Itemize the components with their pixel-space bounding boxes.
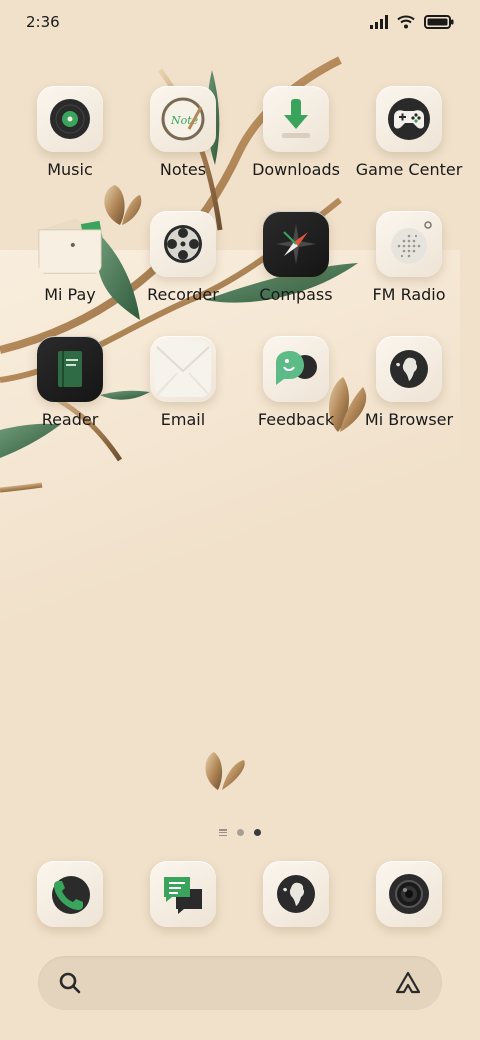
app-fm-radio[interactable]: FM Radio: [349, 211, 469, 304]
search-bar[interactable]: [38, 956, 442, 1010]
status-time: 2:36: [26, 13, 60, 31]
page-dot-2[interactable]: [254, 829, 261, 836]
phone-icon: [37, 861, 103, 927]
messages-icon: [150, 861, 216, 927]
status-icons: [370, 15, 454, 29]
app-feedback[interactable]: Feedback: [236, 336, 356, 429]
search-icon[interactable]: [58, 971, 82, 995]
dock-messages[interactable]: [150, 861, 216, 927]
app-recorder[interactable]: Recorder: [123, 211, 243, 304]
app-notes[interactable]: Note Notes: [123, 86, 243, 179]
radio-icon: [376, 211, 442, 277]
app-label: FM Radio: [372, 285, 446, 304]
camera-icon: [376, 861, 442, 927]
film-reel-icon: [150, 211, 216, 277]
status-bar: 2:36: [0, 0, 480, 44]
page-indicator[interactable]: [0, 829, 480, 836]
app-label: Music: [47, 160, 93, 179]
app-label: Game Center: [355, 160, 463, 179]
dock-phone[interactable]: [37, 861, 103, 927]
app-label: Downloads: [252, 160, 340, 179]
app-music[interactable]: Music: [10, 86, 130, 179]
page-dot-1[interactable]: [237, 829, 244, 836]
app-label: Feedback: [257, 410, 335, 429]
envelope-icon: [150, 336, 216, 402]
app-mi-browser[interactable]: Mi Browser: [349, 336, 469, 429]
dock-camera[interactable]: [376, 861, 442, 927]
app-reader[interactable]: Reader: [10, 336, 130, 429]
assistant-icon[interactable]: [394, 970, 422, 996]
dock-browser[interactable]: [263, 861, 329, 927]
app-downloads[interactable]: Downloads: [236, 86, 356, 179]
app-compass[interactable]: Compass: [236, 211, 356, 304]
signal-icon: [370, 15, 388, 29]
book-icon: [37, 336, 103, 402]
app-email[interactable]: Email: [123, 336, 243, 429]
app-game-center[interactable]: Game Center: [349, 86, 469, 179]
globe-icon: [376, 336, 442, 402]
app-label: Email: [160, 410, 206, 429]
game-controller-icon: [376, 86, 442, 152]
downloads-icon: [263, 86, 329, 152]
wallet-icon: [37, 211, 103, 277]
wifi-icon: [397, 15, 415, 29]
app-label: Reader: [41, 410, 99, 429]
app-list-icon: [219, 829, 227, 836]
app-label: Compass: [259, 285, 333, 304]
app-label: Mi Browser: [364, 410, 454, 429]
compass-icon: [263, 211, 329, 277]
battery-icon: [424, 15, 454, 29]
feedback-icon: [263, 336, 329, 402]
notes-icon: Note: [150, 86, 216, 152]
browser-globe-icon: [263, 861, 329, 927]
app-label: Notes: [159, 160, 207, 179]
app-label: Recorder: [147, 285, 219, 304]
app-mi-pay[interactable]: Mi Pay: [10, 211, 130, 304]
music-icon: [37, 86, 103, 152]
app-label: Mi Pay: [44, 285, 96, 304]
